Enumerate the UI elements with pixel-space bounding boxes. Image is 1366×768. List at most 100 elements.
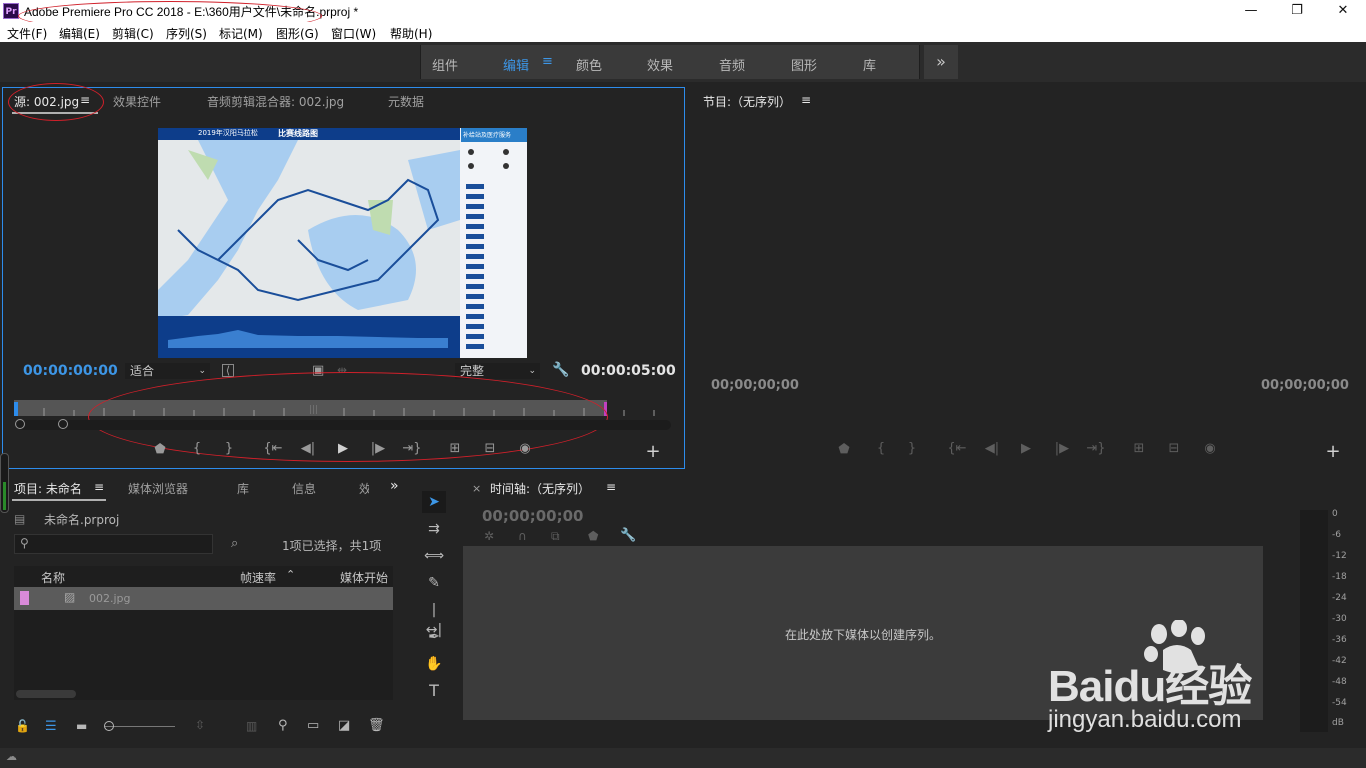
program-step-forward-icon[interactable]: |▶ <box>1052 441 1072 456</box>
workspace-menu-icon[interactable]: ≡ <box>542 54 553 69</box>
menu-sequence[interactable]: 序列(S) <box>166 25 207 42</box>
track-select-tool-icon[interactable]: ⇉ <box>424 519 444 539</box>
workspace-color[interactable]: 颜色 <box>576 55 602 74</box>
project-search-input[interactable]: ⚲ <box>14 534 213 554</box>
tab-timeline[interactable]: 时间轴:（无序列） <box>490 480 590 497</box>
add-button-icon[interactable]: + <box>643 441 663 462</box>
program-mark-out-icon[interactable]: } <box>902 441 922 456</box>
automate-to-sequence-icon[interactable]: ▥ <box>246 719 257 733</box>
tab-libraries[interactable]: 库 <box>237 480 249 497</box>
program-mark-in-icon[interactable]: { <box>871 441 891 456</box>
timeline-wrench-icon[interactable]: 🔧 <box>620 528 636 543</box>
tab-project[interactable]: 项目: 未命名 <box>14 480 82 497</box>
workspace-effects[interactable]: 效果 <box>647 55 673 74</box>
timeline-marker-icon[interactable]: ⬟ <box>588 529 598 543</box>
tab-audio-clip-mixer[interactable]: 音频剪辑混合器: 002.jpg <box>207 93 344 110</box>
program-add-button-icon[interactable]: + <box>1323 441 1343 462</box>
scroll-handle-left[interactable] <box>15 419 25 429</box>
list-item[interactable]: ▨ 002.jpg <box>14 587 393 610</box>
overwrite-icon[interactable]: ⊟ <box>480 441 500 456</box>
menu-marker[interactable]: 标记(M) <box>219 25 263 42</box>
menu-edit[interactable]: 编辑(E) <box>59 25 100 42</box>
tab-effects[interactable]: 效 <box>359 480 369 497</box>
export-frame-icon[interactable]: ◉ <box>515 441 535 456</box>
snap-icon[interactable]: ∩ <box>518 529 527 543</box>
add-marker-icon[interactable]: ⬟ <box>150 442 170 457</box>
sort-ascending-icon[interactable]: ⌃ <box>286 568 295 581</box>
new-item-icon[interactable]: ◪ <box>338 718 350 733</box>
timeline-timecode[interactable]: 00;00;00;00 <box>482 507 584 525</box>
lock-icon[interactable]: 🔓 <box>15 719 30 733</box>
insert-icon[interactable]: ⊞ <box>445 441 465 456</box>
menu-file[interactable]: 文件(F) <box>7 25 47 42</box>
trash-icon[interactable]: 🗑 <box>368 718 385 733</box>
program-step-back-icon[interactable]: ◀| <box>982 441 1002 456</box>
menu-graphics[interactable]: 图形(G) <box>276 25 319 42</box>
program-lift-icon[interactable]: ⊞ <box>1129 441 1149 456</box>
linked-selection-icon[interactable]: ⧉ <box>551 529 560 544</box>
find-icon[interactable]: ⚲ <box>278 718 288 733</box>
column-media-start[interactable]: 媒体开始 <box>340 569 388 586</box>
program-extract-icon[interactable]: ⊟ <box>1164 441 1184 456</box>
maximize-button[interactable]: ❐ <box>1274 0 1320 22</box>
program-go-to-out-icon[interactable]: ⇥} <box>1086 441 1106 456</box>
go-to-out-icon[interactable]: ⇥} <box>402 441 422 456</box>
list-view-icon[interactable]: ☰ <box>45 719 57 734</box>
program-tab-menu-icon[interactable]: ≡ <box>801 93 811 107</box>
tab-program[interactable]: 节目:（无序列） <box>703 93 791 110</box>
play-icon[interactable]: ▶ <box>333 441 353 456</box>
wrench-icon[interactable]: 🔧 <box>552 362 569 378</box>
program-export-frame-icon[interactable]: ◉ <box>1200 441 1220 456</box>
menu-help[interactable]: 帮助(H) <box>390 25 432 42</box>
hand-tool-icon[interactable]: ✋ <box>424 654 444 674</box>
project-tab-menu-icon[interactable]: ≡ <box>94 480 104 494</box>
step-forward-icon[interactable]: |▶ <box>368 441 388 456</box>
icon-view-icon[interactable]: ▬ <box>76 719 87 733</box>
timeline-tab-menu-icon[interactable]: ≡ <box>606 480 616 494</box>
tab-metadata[interactable]: 元数据 <box>388 93 424 110</box>
column-name[interactable]: 名称 <box>41 569 65 586</box>
razor-tool-icon[interactable]: ✎ <box>424 573 444 593</box>
project-more-tabs-icon[interactable]: » <box>390 478 399 494</box>
program-go-to-in-icon[interactable]: {⇤ <box>947 441 967 456</box>
pen-tool-icon[interactable]: ✒ <box>424 627 444 647</box>
type-tool-icon[interactable]: T <box>424 681 444 701</box>
settings-toggle-icon[interactable]: ⟨ <box>222 364 234 377</box>
workspace-more-icon[interactable]: » <box>924 45 958 79</box>
mark-out-icon[interactable]: } <box>219 441 239 456</box>
menu-window[interactable]: 窗口(W) <box>331 25 376 42</box>
tab-effect-controls[interactable]: 效果控件 <box>113 93 161 110</box>
program-timecode-left[interactable]: 00;00;00;00 <box>711 378 799 393</box>
program-play-icon[interactable]: ▶ <box>1016 441 1036 456</box>
new-bin-icon[interactable]: ▭ <box>307 718 319 733</box>
workspace-editing[interactable]: 编辑 <box>503 55 529 74</box>
close-button[interactable]: ✕ <box>1320 0 1366 22</box>
step-back-icon[interactable]: ◀| <box>298 441 318 456</box>
sort-icons-icon[interactable]: ⇳ <box>195 718 205 732</box>
workspace-libraries[interactable]: 库 <box>863 55 876 74</box>
zoom-slider-track[interactable] <box>105 726 175 727</box>
close-tab-icon[interactable]: × <box>472 482 481 495</box>
tab-media-browser[interactable]: 媒体浏览器 <box>128 480 188 497</box>
selection-tool-icon[interactable]: ➤ <box>424 492 444 512</box>
workspace-assembly[interactable]: 组件 <box>432 55 458 74</box>
workspace-graphics[interactable]: 图形 <box>791 55 817 74</box>
mark-in-icon[interactable]: { <box>187 441 207 456</box>
ripple-edit-tool-icon[interactable]: ⟺ <box>424 546 444 566</box>
program-add-marker-icon[interactable]: ⬟ <box>834 442 854 457</box>
source-zoom-select[interactable]: 适合 ⌄ <box>125 363 210 379</box>
source-zoom-scrollbar[interactable] <box>17 420 671 430</box>
item-label-color[interactable] <box>20 591 29 605</box>
workspace-audio[interactable]: 音频 <box>719 55 745 74</box>
minimize-button[interactable]: — <box>1228 0 1274 22</box>
creative-cloud-icon[interactable]: ☁ <box>6 750 17 763</box>
slip-tool-icon[interactable]: |↔| <box>424 600 444 638</box>
scroll-handle-right[interactable] <box>58 419 68 429</box>
tab-info[interactable]: 信息 <box>292 480 316 497</box>
zoom-slider-handle[interactable] <box>104 721 114 731</box>
menu-clip[interactable]: 剪辑(C) <box>112 25 154 42</box>
source-timecode-in[interactable]: 00:00:00:00 <box>23 363 118 379</box>
column-frame-rate[interactable]: 帧速率 <box>240 569 276 586</box>
go-to-in-icon[interactable]: {⇤ <box>263 441 283 456</box>
nest-icon[interactable]: ✲ <box>484 529 494 543</box>
